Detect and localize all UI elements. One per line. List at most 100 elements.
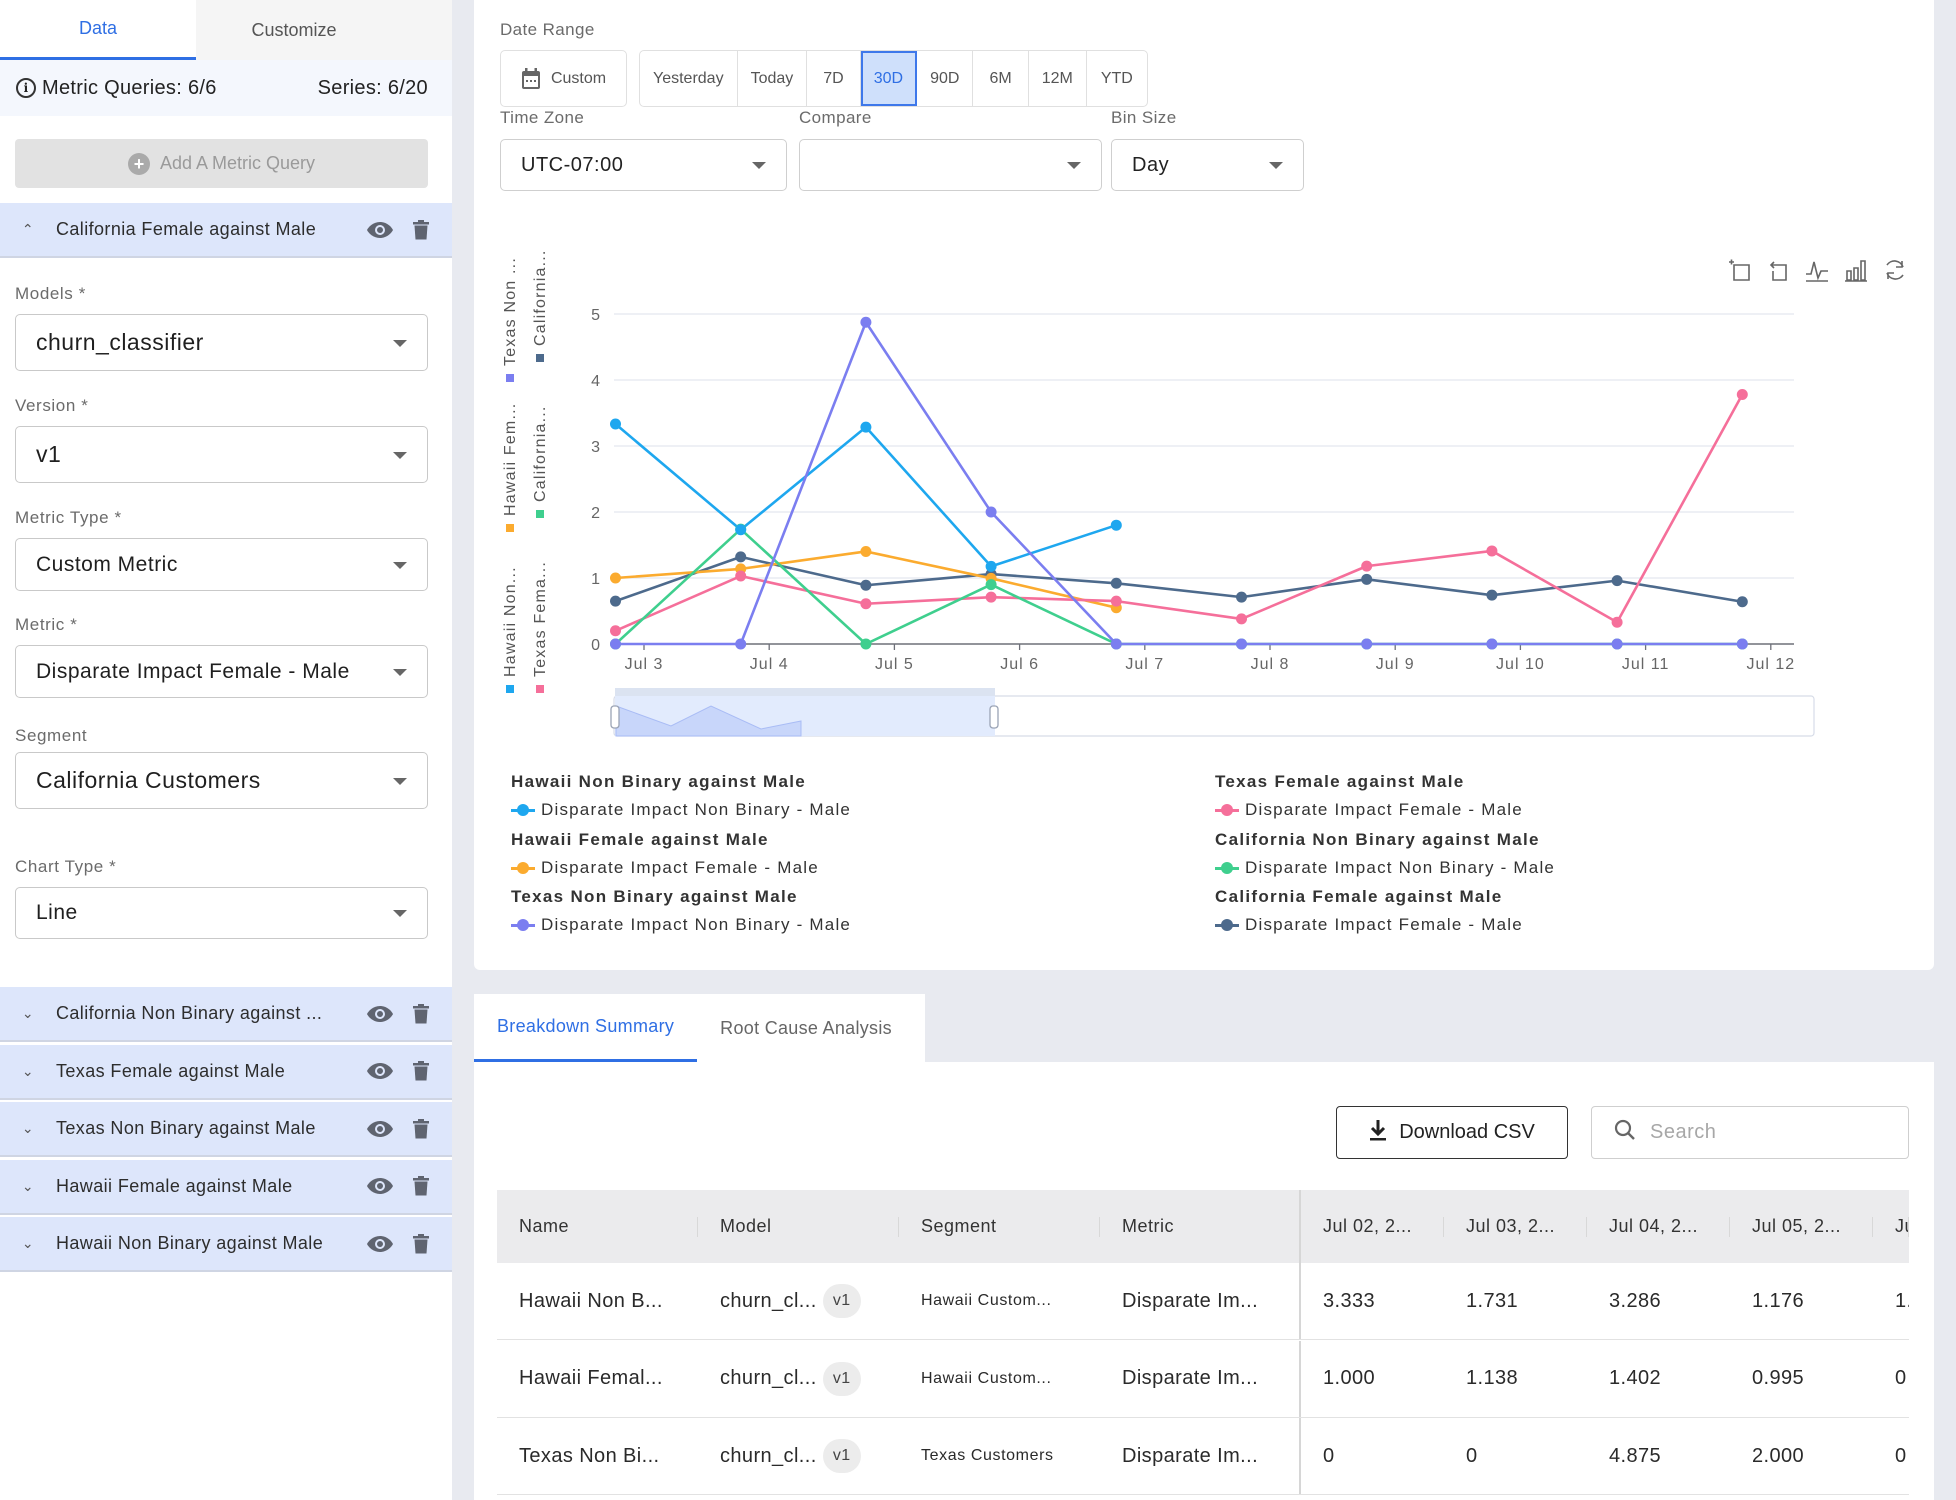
search-box[interactable]	[1591, 1106, 1909, 1159]
eye-icon[interactable]	[366, 221, 394, 239]
legend-item[interactable]: Hawaii Non Binary against Male Disparate …	[511, 772, 1111, 820]
column-header[interactable]: Jul 04, 2...	[1587, 1190, 1730, 1263]
time-zone-select[interactable]: UTC-07:00	[500, 139, 787, 191]
trash-icon[interactable]	[412, 1003, 430, 1024]
legend-item[interactable]: Texas Female against Male Disparate Impac…	[1215, 772, 1815, 820]
query-header-collapsed[interactable]: ⌄ Hawaii Female against Male	[0, 1159, 452, 1215]
trash-icon[interactable]	[412, 1176, 430, 1196]
vertical-legend-swatch	[536, 354, 544, 362]
query-title: California Non Binary against ...	[56, 1003, 323, 1023]
range-button-today[interactable]: Today	[738, 51, 808, 106]
info-icon: i	[16, 78, 36, 98]
eye-icon[interactable]	[366, 1177, 394, 1195]
chevron-down-icon[interactable]: ⌄	[0, 1235, 56, 1252]
query-header-collapsed[interactable]: ⌄ Hawaii Non Binary against Male	[0, 1217, 452, 1272]
version-select[interactable]: v1	[15, 426, 428, 483]
segment-select[interactable]: California Customers	[15, 752, 428, 809]
version-badge: v1	[822, 1284, 861, 1318]
legend-marker-icon	[511, 804, 535, 816]
caret-down-icon	[393, 451, 407, 459]
search-input[interactable]	[1650, 1121, 1890, 1144]
column-header[interactable]: Jul 03, 2...	[1444, 1190, 1587, 1263]
column-header[interactable]: Model	[698, 1190, 899, 1263]
add-metric-query-button[interactable]: + Add A Metric Query	[15, 139, 428, 188]
range-button-ytd[interactable]: YTD	[1087, 51, 1147, 106]
cell-name: Hawaii Non B...	[519, 1289, 663, 1312]
bin-size-select[interactable]: Day	[1111, 139, 1304, 191]
chevron-down-icon[interactable]: ⌄	[0, 1178, 56, 1195]
x-tick-label: Jul 11	[1622, 656, 1670, 673]
vertical-legend-label: California...	[532, 405, 549, 502]
trash-icon[interactable]	[412, 1118, 430, 1139]
legend-item[interactable]: California Female against Male Disparate …	[1215, 887, 1815, 935]
y-tick-label: 2	[591, 505, 600, 522]
version-badge: v1	[822, 1439, 861, 1473]
chevron-down-icon[interactable]: ⌄	[0, 1063, 56, 1080]
legend-item[interactable]: Texas Non Binary against Male Disparate I…	[511, 887, 1111, 935]
y-tick-label: 4	[591, 373, 600, 390]
x-tick-label: Jul 9	[1376, 656, 1415, 673]
query-title: Texas Female against Male	[56, 1060, 286, 1081]
column-header[interactable]: Name	[497, 1190, 698, 1263]
cell-value: 0	[1466, 1444, 1478, 1467]
column-header[interactable]: Jul 05, 2...	[1730, 1190, 1873, 1263]
legend-marker-icon	[1215, 861, 1239, 874]
bin-size-value: Day	[1132, 153, 1170, 176]
column-header[interactable]: Metric	[1100, 1190, 1301, 1263]
query-header-collapsed[interactable]: ⌄ Texas Female against Male	[0, 1044, 452, 1100]
range-button-90d[interactable]: 90D	[917, 51, 974, 106]
eye-icon[interactable]	[366, 1235, 394, 1253]
table-row[interactable]: Hawaii Non B... churn_cl... v1 Hawaii Custo…	[497, 1263, 1909, 1340]
range-button-6m[interactable]: 6M	[973, 51, 1029, 106]
eye-icon[interactable]	[366, 1120, 394, 1138]
legend-series-name: Texas Female against Male	[1215, 772, 1465, 791]
table-row[interactable]: Texas Non Bi... churn_cl... v1 Texas Custom…	[497, 1418, 1909, 1495]
breakdown-table: Name Model Segment Metric Jul 02, 2... Jul 03…	[497, 1190, 1909, 1500]
datazoom-left-handle	[610, 705, 620, 729]
cell-value: 1.	[1895, 1289, 1909, 1312]
chevron-up-icon[interactable]: ⌃	[0, 221, 56, 238]
models-select[interactable]: churn_classifier	[15, 314, 428, 371]
range-button-30d[interactable]: 30D	[860, 51, 918, 106]
legend-item[interactable]: California Non Binary against Male Dispar…	[1215, 830, 1815, 878]
tab-customize[interactable]: Customize	[196, 0, 392, 60]
metric-select[interactable]: Disparate Impact Female - Male	[15, 645, 428, 698]
cell-value: 1.176	[1752, 1289, 1805, 1312]
datazoom-right-handle	[989, 705, 999, 729]
tab-data[interactable]: Data	[0, 0, 196, 60]
chevron-down-icon[interactable]: ⌄	[0, 1120, 56, 1137]
models-value: churn_classifier	[36, 329, 204, 355]
eye-icon[interactable]	[366, 1005, 394, 1023]
metric-value: Disparate Impact Female - Male	[36, 659, 350, 683]
trash-icon[interactable]	[412, 1233, 430, 1254]
chart-type-label: Chart Type *	[15, 857, 117, 876]
cell-value: 1.731	[1466, 1289, 1519, 1312]
data-point	[860, 579, 872, 591]
data-point	[985, 579, 997, 591]
trash-icon[interactable]	[412, 219, 430, 240]
column-header[interactable]: Jul 02, 2...	[1301, 1190, 1444, 1263]
tab-root-cause-analysis[interactable]: Root Cause Analysis	[697, 994, 915, 1062]
trash-icon[interactable]	[412, 1061, 430, 1081]
table-row[interactable]: Hawaii Femal... churn_cl... v1 Hawaii Custo…	[497, 1340, 1909, 1418]
range-button-7d[interactable]: 7D	[807, 51, 861, 106]
query-header-expanded[interactable]: ⌃ California Female against Male	[0, 203, 452, 258]
eye-icon[interactable]	[366, 1062, 394, 1080]
custom-date-button[interactable]: Custom	[500, 50, 627, 107]
chart-type-select[interactable]: Line	[15, 887, 428, 939]
legend-item[interactable]: Hawaii Female against Male Disparate Impa…	[511, 830, 1111, 878]
caret-down-icon	[1067, 162, 1081, 169]
calendar-icon	[521, 67, 541, 90]
query-header-collapsed[interactable]: ⌄ Texas Non Binary against Male	[0, 1102, 452, 1157]
compare-select[interactable]	[799, 139, 1102, 191]
metric-type-select[interactable]: Custom Metric	[15, 538, 428, 591]
column-header[interactable]: Ju	[1873, 1190, 1909, 1263]
range-button-12m[interactable]: 12M	[1029, 51, 1087, 106]
tab-breakdown-summary[interactable]: Breakdown Summary	[474, 994, 698, 1062]
query-header-collapsed[interactable]: ⌄ California Non Binary against ...	[0, 987, 452, 1042]
download-csv-button[interactable]: Download CSV	[1336, 1106, 1568, 1159]
data-point	[1361, 573, 1373, 585]
chevron-down-icon[interactable]: ⌄	[0, 1005, 56, 1022]
column-header[interactable]: Segment	[899, 1190, 1100, 1263]
range-button-yesterday[interactable]: Yesterday	[640, 51, 738, 106]
